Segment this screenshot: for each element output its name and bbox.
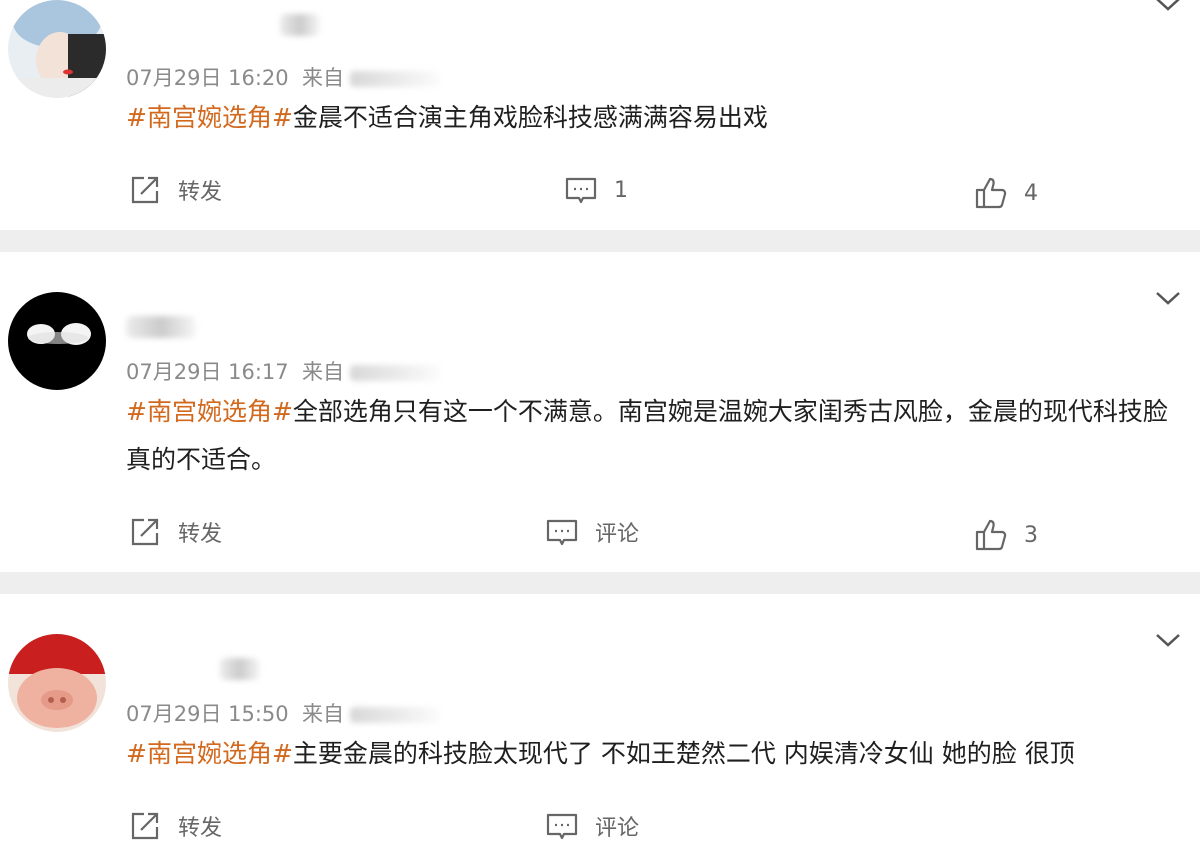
- comment-button[interactable]: 1: [564, 172, 628, 208]
- post-content: 主要金晨的科技脸太现代了 不如王楚然二代 内娱清冷女仙 她的脸 很顶: [292, 739, 1075, 768]
- repost-button[interactable]: 转发: [128, 808, 222, 844]
- separator: [0, 572, 1200, 594]
- repost-label: 转发: [178, 522, 223, 547]
- comment-button[interactable]: 评论: [545, 514, 639, 550]
- hashtag-link[interactable]: #南宫婉选角#: [126, 103, 293, 132]
- comment-button[interactable]: 评论: [545, 808, 639, 844]
- like-button[interactable]: 3: [974, 517, 1038, 553]
- avatar[interactable]: [8, 292, 106, 390]
- post-time: 07月29日 16:20: [126, 66, 289, 90]
- post-source: 来自: [302, 66, 344, 90]
- comment-count: 1: [614, 177, 628, 203]
- comment-card-2: 07月29日 16:17 来自 #南宫婉选角#全部选角只有这一个不满意。南宫婉是…: [0, 252, 1200, 572]
- comment-card-1: 07月29日 16:20 来自 #南宫婉选角#金晨不适合演主角戏脸科技感满满容易…: [0, 0, 1200, 230]
- repost-label: 转发: [178, 180, 223, 205]
- comment-label: 评论: [595, 522, 640, 547]
- source-blurred: [350, 71, 440, 87]
- thumbs-up-icon: [974, 518, 1008, 552]
- hashtag-link[interactable]: #南宫婉选角#: [126, 397, 293, 426]
- post-meta: 07月29日 16:17 来自: [126, 356, 440, 386]
- avatar[interactable]: [8, 634, 106, 732]
- source-blurred: [350, 365, 440, 381]
- post-text: #南宫婉选角#金晨不适合演主角戏脸科技感满满容易出戏: [126, 94, 1176, 142]
- thumbs-up-icon: [974, 176, 1008, 210]
- comment-label: 评论: [595, 816, 640, 841]
- chevron-down-icon[interactable]: [1154, 0, 1182, 14]
- like-count: 4: [1024, 180, 1038, 206]
- post-text: #南宫婉选角#主要金晨的科技脸太现代了 不如王楚然二代 内娱清冷女仙 她的脸 很…: [126, 730, 1176, 778]
- username-blurred[interactable]: [280, 14, 320, 36]
- repost-button[interactable]: 转发: [128, 514, 222, 550]
- hashtag-link[interactable]: #南宫婉选角#: [126, 739, 293, 768]
- post-time: 07月29日 15:50: [126, 702, 289, 726]
- repost-label: 转发: [178, 816, 223, 841]
- username-blurred[interactable]: [220, 658, 260, 680]
- comment-icon: [545, 515, 579, 549]
- source-blurred: [350, 707, 440, 723]
- post-text: #南宫婉选角#全部选角只有这一个不满意。南宫婉是温婉大家闺秀古风脸，金晨的现代科…: [126, 388, 1176, 484]
- post-source: 来自: [302, 702, 344, 726]
- repost-icon: [128, 173, 162, 207]
- chevron-down-icon[interactable]: [1154, 630, 1182, 650]
- chevron-down-icon[interactable]: [1154, 288, 1182, 308]
- avatar[interactable]: [8, 0, 106, 98]
- username-blurred[interactable]: [126, 316, 196, 338]
- comment-card-3: 07月29日 15:50 来自 #南宫婉选角#主要金晨的科技脸太现代了 不如王楚…: [0, 594, 1200, 863]
- post-meta: 07月29日 15:50 来自: [126, 698, 440, 728]
- comment-icon: [564, 173, 598, 207]
- like-button[interactable]: 4: [974, 175, 1038, 211]
- post-meta: 07月29日 16:20 来自: [126, 62, 440, 92]
- like-count: 3: [1024, 522, 1038, 548]
- repost-button[interactable]: 转发: [128, 172, 222, 208]
- post-content: 金晨不适合演主角戏脸科技感满满容易出戏: [292, 103, 768, 132]
- comment-icon: [545, 809, 579, 843]
- post-time: 07月29日 16:17: [126, 360, 289, 384]
- post-source: 来自: [302, 360, 344, 384]
- separator: [0, 230, 1200, 252]
- repost-icon: [128, 809, 162, 843]
- repost-icon: [128, 515, 162, 549]
